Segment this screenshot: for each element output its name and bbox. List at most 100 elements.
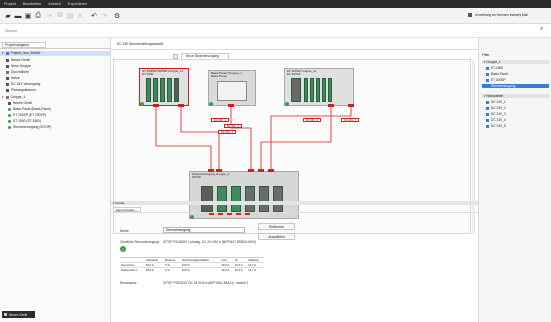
undo-icon[interactable]: ↶	[90, 12, 98, 20]
collapse-icon[interactable]: ▾	[113, 201, 115, 205]
filter-item[interactable]: Basis Panel	[486, 72, 508, 76]
tree-item-label: Neue Gruppe	[11, 64, 31, 68]
connector-dc24v-5[interactable]: DC 24V_5	[341, 118, 359, 122]
new-project-icon[interactable]: ▰	[4, 12, 12, 20]
tree-group-item[interactable]: ▾ Gruppe_1	[2, 95, 25, 99]
filter-item[interactable]: DC 24V_1	[486, 100, 506, 104]
paste-icon[interactable]: ▤	[66, 12, 74, 20]
filter-group-header[interactable]: ▾ Gruppe_1	[482, 60, 549, 64]
wiring-diagram	[153, 104, 354, 215]
project-icon	[5, 51, 9, 55]
menu-bar: Projekt Bearbeiten Ansicht Exportieren	[0, 0, 551, 8]
connector-dc24v-1[interactable]: DC 24V_1	[211, 118, 229, 122]
filter-panel: Filter ▾ Gruppe_1 S7-1500 Basis Panel ET 20…	[478, 38, 551, 322]
checkbox-icon[interactable]	[486, 112, 489, 116]
connector-dc24v-4[interactable]: DC 24V_4	[303, 118, 321, 122]
device-icon	[6, 64, 9, 68]
copy-icon[interactable]: ⧉	[56, 12, 64, 20]
tree-item[interactable]: Basis Panel (Basis Panel)	[8, 107, 51, 111]
filter-item[interactable]: S7-1500	[486, 66, 503, 70]
tree-root-label: Projekt_new_5e9dfc	[10, 51, 41, 55]
save-icon[interactable]: ▣	[24, 12, 32, 20]
current-table: Gebrauch Reserve Gleichzeitigkeitsfaktor…	[120, 257, 264, 272]
tree-item[interactable]: DC 24V Versorgung	[6, 82, 40, 86]
tree-item[interactable]: Neues Gerät	[6, 58, 30, 62]
tree-group-label: Gruppe_1	[10, 95, 26, 99]
menu-ansicht[interactable]: Ansicht	[48, 2, 60, 6]
checkbox-icon[interactable]	[486, 78, 489, 82]
checkbox-icon[interactable]	[486, 66, 489, 70]
toolbar: ▰ ▬ ▣ ⎙ ✂ ⧉ ▤ ✕ ↶ ↷ ⚙ Anmeldung an Sieme…	[0, 8, 551, 24]
connector-dc24v-3[interactable]: DC 24V_3	[218, 130, 236, 134]
checkbox-icon[interactable]	[486, 124, 489, 128]
filter-item-label: S7-1500	[491, 66, 504, 70]
filter-group-header[interactable]: ▾ Netzquellen	[482, 94, 549, 98]
user-icon	[468, 13, 472, 17]
checkbox-icon[interactable]	[486, 106, 489, 110]
tree-item-label: Planungsskizzen	[11, 88, 36, 92]
table-cell: 100 %	[181, 268, 190, 272]
redundancy-label: Redundanz:	[120, 281, 138, 285]
delete-icon[interactable]: ✕	[76, 12, 84, 20]
redundancy-value: SITOP PSE202U DC 24 V/40 A (6EP1961-3BA2…	[163, 281, 248, 285]
select-button[interactable]: Auswählen	[258, 233, 295, 240]
tree-item[interactable]: ET 200SP (ET 200SP)	[8, 113, 46, 117]
search-icon[interactable]: ⌕	[540, 26, 543, 33]
checkbox-icon[interactable]	[486, 118, 489, 122]
ok-status-icon	[8, 119, 11, 123]
tree-item[interactable]: S7-1500 (S7-1500)	[8, 119, 41, 123]
menu-exportieren[interactable]: Exportieren	[68, 2, 87, 6]
device-icon	[6, 82, 9, 86]
search-input[interactable]	[5, 27, 525, 35]
open-folder-icon[interactable]: ▬	[14, 12, 22, 20]
bottom-new-device-button[interactable]: Neues Gerät	[2, 311, 35, 318]
tree-item[interactable]: Planungsskizzen	[6, 88, 36, 92]
table-cell: 30,0 A	[145, 268, 154, 272]
table-cell: 40,0 A	[234, 268, 243, 272]
ok-status-icon	[8, 113, 11, 117]
redo-icon[interactable]: ↷	[100, 12, 108, 20]
search-row: ⌕	[0, 24, 551, 38]
tree-item[interactable]: Netze	[6, 76, 20, 80]
tree-item[interactable]: Neues Gerät	[8, 101, 32, 105]
cut-icon[interactable]: ✂	[46, 12, 54, 20]
filter-item[interactable]: DC 24V_4	[486, 118, 506, 122]
checkbox-icon[interactable]	[486, 72, 489, 76]
tree-root-item[interactable]: ▾ Projekt_new_5e9dfc	[2, 51, 40, 55]
tree-item-label: Neues Gerät	[11, 58, 30, 62]
table-row: Spitzenstrom 30,0 A 0 % 100 % 30,0 A 40,…	[120, 267, 264, 272]
name-input[interactable]	[163, 227, 245, 233]
table-cell: 13,7 A	[248, 268, 257, 272]
print-icon[interactable]: ⎙	[34, 12, 42, 20]
collapse-icon[interactable]: ▾	[2, 95, 4, 99]
name-label: Name:	[120, 229, 130, 233]
tree-item[interactable]: Neue Gruppe	[6, 64, 31, 68]
menu-projekt[interactable]: Projekt	[4, 2, 16, 6]
tree-item[interactable]: Durchführen	[6, 70, 29, 74]
tree-item[interactable]: Stromversorgung (SITOP)	[8, 125, 51, 129]
divider	[111, 212, 478, 213]
filter-item[interactable]: DC 24V_5	[486, 124, 506, 128]
menu-bearbeiten[interactable]: Bearbeiten	[23, 2, 41, 6]
device-icon	[6, 88, 9, 92]
filter-item[interactable]: Stromversorgung	[482, 84, 549, 88]
filter-item-label: Stromversorgung	[491, 84, 516, 88]
filter-item[interactable]: ET 200SP	[486, 78, 505, 82]
delete-button[interactable]: Entfernen	[258, 223, 295, 230]
checkbox-icon[interactable]	[486, 100, 489, 104]
account-link[interactable]: Anmeldung an Siemens Industry Mall	[475, 13, 528, 17]
table-cell: 0 %	[165, 268, 170, 272]
filter-item[interactable]: DC 24V_3	[486, 112, 506, 116]
checkbox-icon[interactable]	[486, 84, 489, 88]
device-icon	[8, 101, 11, 105]
tree-item-label: Durchführen	[11, 70, 30, 74]
splitter[interactable]: ▾ Details	[111, 201, 478, 205]
device-icon	[6, 70, 9, 74]
collapse-icon[interactable]: ▾	[2, 51, 4, 55]
ok-status-icon	[8, 107, 11, 111]
filter-item[interactable]: DC 24V_2	[486, 106, 506, 110]
filter-item-label: ET 200SP	[491, 78, 506, 82]
filter-item-label: DC 24V_1	[491, 100, 506, 104]
connector-dc24v-2[interactable]: DC 24V_2	[224, 124, 242, 128]
settings-icon[interactable]: ⚙	[113, 12, 121, 20]
